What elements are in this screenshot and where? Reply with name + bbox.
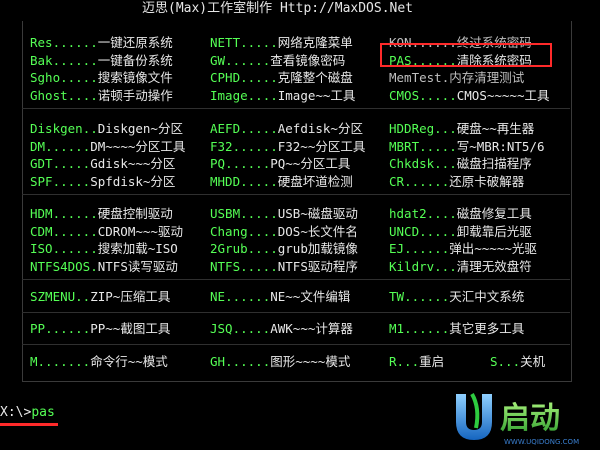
menu-item-cr[interactable]: CR......还原卡破解器 — [389, 173, 524, 190]
menu-item-ntfs4dos[interactable]: NTFS4DOS.NTFS读写驱动 — [30, 258, 178, 275]
prompt-path: X:\> — [0, 405, 32, 420]
menu-item-iso[interactable]: ISO......搜索加载~ISO — [30, 240, 178, 257]
menu-item-m[interactable]: M.......命令行~~模式 — [30, 353, 168, 370]
menu-item-gw[interactable]: GW......查看镜像密码 — [210, 52, 345, 69]
menu-item-r[interactable]: R...重启 — [389, 353, 444, 370]
command-prompt[interactable]: X:\>pas — [0, 404, 55, 421]
menu-item-sgho[interactable]: Sgho.....搜索镜像文件 — [30, 69, 173, 86]
menu-item-bak[interactable]: Bak......一键备份系统 — [30, 52, 173, 69]
divider — [22, 312, 570, 313]
menu-item-mhdd[interactable]: MHDD.....硬盘坏道检测 — [210, 173, 353, 190]
menu-item-aefd[interactable]: AEFD.....Aefdisk~分区 — [210, 120, 363, 137]
menu-item-ne[interactable]: NE......NE~~文件编辑 — [210, 288, 350, 305]
menu-item-szmenu[interactable]: SZMENU..ZIP~压缩工具 — [30, 288, 170, 305]
menu-item-hddreg[interactable]: HDDReg...硬盘~~再生器 — [389, 120, 534, 137]
uqidong-logo: 启动 WWW.UQIDONG.COM — [456, 393, 579, 446]
menu-item-uncd[interactable]: UNCD.....卸载靠后光驱 — [389, 223, 532, 240]
menu-item-kildrv[interactable]: Kildrv...清理无效盘符 — [389, 258, 532, 275]
menu-item-pp[interactable]: PP......PP~~截图工具 — [30, 320, 170, 337]
menu-item-cmos[interactable]: CMOS.....CMOS~~~~~工具 — [389, 87, 549, 104]
logo-u-swoosh — [470, 393, 480, 429]
menu-item-gh[interactable]: GH......图形~~~~模式 — [210, 353, 350, 370]
menu-item-hdm[interactable]: HDM......硬盘控制驱动 — [30, 205, 173, 222]
menu-item-cdm[interactable]: CDM......CDROM~~~驱动 — [30, 223, 183, 240]
menu-item-diskgen[interactable]: Diskgen..Diskgen~分区 — [30, 120, 183, 137]
divider — [22, 108, 570, 109]
menu-item-res[interactable]: Res......一键还原系统 — [30, 34, 173, 51]
menu-item-chkdsk[interactable]: Chkdsk...磁盘扫描程序 — [389, 155, 532, 172]
window-title: 迈思(Max)工作室制作 Http://MaxDOS.Net — [142, 1, 414, 16]
menu-item-spf[interactable]: SPF.....Spfdisk~分区 — [30, 173, 175, 190]
menu-item-hdat2[interactable]: hdat2....磁盘修复工具 — [389, 205, 532, 222]
menu-item-cphd[interactable]: CPHD.....克隆整个磁盘 — [210, 69, 353, 86]
menu-item-usbm[interactable]: USBM.....USB~磁盘驱动 — [210, 205, 358, 222]
menu-item-memtest[interactable]: MemTest.内存清理测试 — [389, 69, 524, 86]
menu-item-gdt[interactable]: GDT.....Gdisk~~~分区 — [30, 155, 175, 172]
menu-item-dm[interactable]: DM......DM~~~~分区工具 — [30, 138, 185, 155]
menu-item-image[interactable]: Image....Image~~工具 — [210, 87, 355, 104]
menu-item-tw[interactable]: TW......天汇中文系统 — [389, 288, 524, 305]
logo-url: WWW.UQIDONG.COM — [504, 438, 579, 446]
menu-item-ntfs[interactable]: NTFS.....NTFS驱动程序 — [210, 258, 358, 275]
menu-item-pq[interactable]: PQ......PQ~~分区工具 — [210, 155, 350, 172]
menu-item-ej[interactable]: EJ......弹出~~~~~光驱 — [389, 240, 537, 257]
menu-item-chang[interactable]: Chang....DOS~长文件名 — [210, 223, 358, 240]
divider — [22, 344, 570, 345]
menu-item-s[interactable]: S...关机 — [490, 353, 545, 370]
prompt-command[interactable]: pas — [31, 405, 54, 420]
highlight-box — [380, 43, 552, 67]
logo-text: 启动 — [500, 401, 560, 436]
menu-item-ghost[interactable]: Ghost....诺顿手动操作 — [30, 87, 173, 104]
menu-item-jsq[interactable]: JSQ.....AWK~~~计算器 — [210, 320, 353, 337]
prompt-underline — [0, 423, 58, 426]
menu-item-2grub[interactable]: 2Grub....grub加载镜像 — [210, 240, 358, 257]
menu-item-f32[interactable]: F32......F32~~分区工具 — [210, 138, 365, 155]
divider — [22, 194, 570, 195]
menu-item-mbrt[interactable]: MBRT.....写~MBR:NT5/6 — [389, 138, 545, 155]
menu-item-nett[interactable]: NETT.....网络克隆菜单 — [210, 34, 353, 51]
divider — [22, 279, 570, 280]
menu-item-m1[interactable]: M1......其它更多工具 — [389, 320, 524, 337]
